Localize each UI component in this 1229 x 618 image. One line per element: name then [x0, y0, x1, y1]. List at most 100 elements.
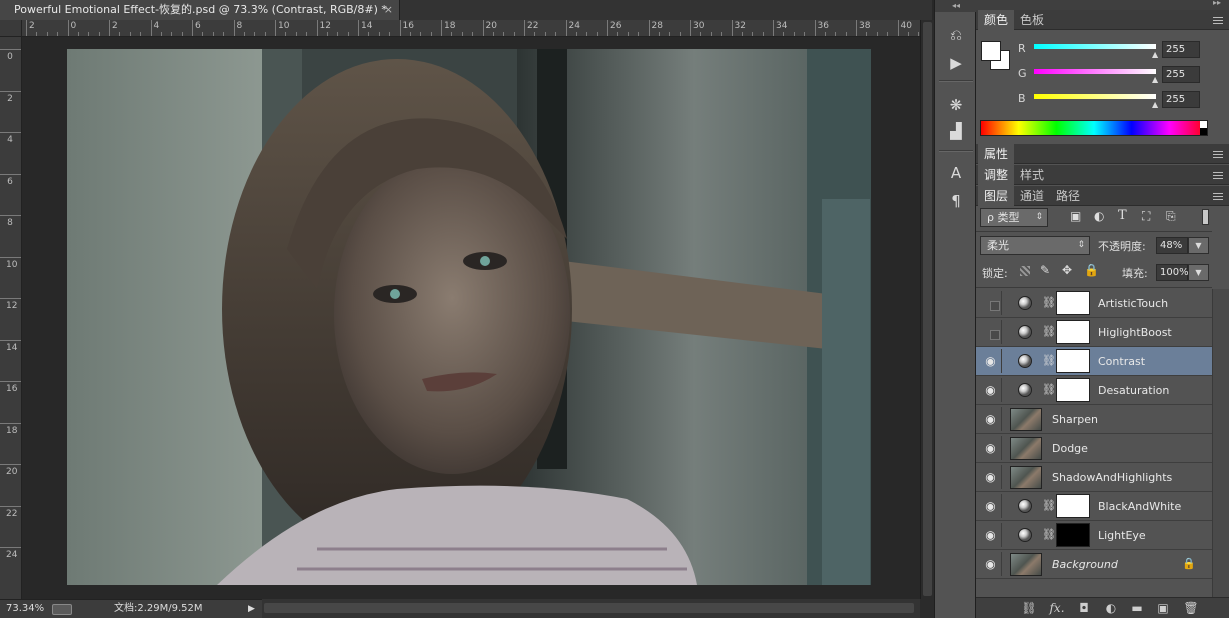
layer-name[interactable]: BlackAndWhite — [1098, 492, 1181, 521]
tab-styles[interactable]: 样式 — [1014, 165, 1050, 185]
green-slider-handle[interactable]: ▲ — [1152, 75, 1158, 84]
layer-thumbnail[interactable] — [1010, 466, 1042, 489]
visibility-eye-icon[interactable]: ◉ — [980, 378, 1002, 402]
panel-menu-icon[interactable] — [1213, 149, 1225, 159]
vertical-scrollbar[interactable] — [920, 20, 934, 599]
tab-paths[interactable]: 路径 — [1050, 186, 1086, 206]
panel-menu-icon[interactable] — [1213, 191, 1225, 201]
new-group-icon[interactable]: ▬ — [1128, 600, 1146, 617]
zoom-level[interactable]: 73.34% — [6, 600, 44, 618]
tab-adjustments[interactable]: 调整 — [978, 165, 1015, 185]
close-tab-icon[interactable]: × — [384, 0, 393, 20]
dock-collapse-icon[interactable]: ▸▸ — [1213, 0, 1221, 7]
layer-row[interactable]: ◉ ⛓ LightEye — [976, 521, 1212, 550]
spectrum-white-swatch[interactable] — [1200, 121, 1207, 128]
character-icon[interactable]: A — [941, 162, 971, 184]
blue-value[interactable]: 255 — [1162, 91, 1200, 108]
visibility-toggle[interactable] — [980, 320, 1002, 344]
layer-row[interactable]: ◉ ShadowAndHighlights — [976, 463, 1212, 492]
lock-all-icon[interactable]: 🔒 — [1084, 263, 1099, 277]
adjustment-layer-icon[interactable] — [1018, 325, 1032, 339]
paragraph-icon[interactable]: ¶ — [941, 190, 971, 212]
histogram-icon[interactable]: ▟ — [941, 120, 971, 142]
tab-layers[interactable]: 图层 — [978, 186, 1015, 206]
vertical-ruler[interactable]: 0 2 4 6 8 10 12 14 16 18 20 22 24 — [0, 37, 22, 599]
tab-swatches[interactable]: 色板 — [1014, 10, 1050, 30]
panel-menu-icon[interactable] — [1213, 170, 1225, 180]
visibility-toggle[interactable] — [980, 291, 1002, 315]
red-slider-handle[interactable]: ▲ — [1152, 50, 1158, 59]
status-menu-arrow-icon[interactable]: ▶ — [248, 600, 255, 618]
fill-value[interactable]: 100% — [1156, 264, 1189, 281]
layer-mask-thumbnail[interactable] — [1056, 291, 1090, 315]
filter-smart-object-icon[interactable]: ⎘ — [1166, 209, 1176, 224]
red-value[interactable]: 255 — [1162, 41, 1200, 58]
brush-settings-icon[interactable]: ❋ — [941, 94, 971, 116]
visibility-eye-icon[interactable]: ◉ — [980, 552, 1002, 576]
blue-slider-handle[interactable]: ▲ — [1152, 100, 1158, 109]
foreground-color-swatch[interactable] — [981, 41, 1001, 61]
red-slider[interactable] — [1034, 44, 1156, 49]
layer-mask-thumbnail[interactable] — [1056, 349, 1090, 373]
layer-list-scrollbar[interactable] — [1212, 289, 1229, 597]
mask-link-icon[interactable]: ⛓ — [1042, 295, 1056, 311]
mask-link-icon[interactable]: ⛓ — [1042, 527, 1056, 543]
layer-thumbnail[interactable] — [1010, 408, 1042, 431]
layer-name[interactable]: Desaturation — [1098, 376, 1169, 405]
adjustment-layer-icon[interactable] — [1018, 528, 1032, 542]
filter-adjustment-icon[interactable]: ◐ — [1094, 209, 1104, 223]
filter-pixel-icon[interactable]: ▣ — [1070, 209, 1081, 223]
mask-link-icon[interactable]: ⛓ — [1042, 324, 1056, 340]
layer-row[interactable]: ⛓ ArtisticTouch — [976, 289, 1212, 318]
layer-row[interactable]: ◉ Dodge — [976, 434, 1212, 463]
visibility-eye-icon[interactable]: ◉ — [980, 494, 1002, 518]
layer-name[interactable]: ArtisticTouch — [1098, 289, 1168, 318]
history-icon[interactable]: ⎌ — [941, 24, 971, 46]
layer-mask-thumbnail[interactable] — [1056, 523, 1090, 547]
visibility-eye-icon[interactable]: ◉ — [980, 349, 1002, 373]
mask-link-icon[interactable]: ⛓ — [1042, 353, 1056, 369]
zoom-preview-icon[interactable] — [52, 604, 72, 615]
layer-thumbnail[interactable] — [1010, 437, 1042, 460]
fill-slider-toggle[interactable]: ▼ — [1188, 264, 1209, 281]
adjustment-layer-icon[interactable] — [1018, 383, 1032, 397]
lock-pixels-icon[interactable]: ✎ — [1040, 263, 1050, 277]
color-spectrum[interactable] — [980, 120, 1208, 136]
lock-position-icon[interactable]: ✥ — [1062, 263, 1072, 277]
tab-properties[interactable]: 属性 — [978, 144, 1015, 164]
mask-link-icon[interactable]: ⛓ — [1042, 498, 1056, 514]
add-mask-icon[interactable]: ◘ — [1075, 600, 1093, 617]
opacity-value[interactable]: 48% — [1156, 237, 1188, 254]
horizontal-ruler[interactable]: 2 0 2 4 6 8 10 12 14 16 18 20 22 24 26 28 30 32 34 36 38 40 — [22, 20, 920, 37]
layer-mask-thumbnail[interactable] — [1056, 494, 1090, 518]
new-adjustment-icon[interactable]: ◐ — [1102, 600, 1120, 617]
mask-link-icon[interactable]: ⛓ — [1042, 382, 1056, 398]
layer-row[interactable]: ◉ ⛓ Desaturation — [976, 376, 1212, 405]
layer-name[interactable]: Contrast — [1098, 347, 1145, 376]
layer-name[interactable]: HiglightBoost — [1098, 318, 1172, 347]
blue-slider[interactable] — [1034, 94, 1156, 99]
layer-thumbnail[interactable] — [1010, 553, 1042, 576]
visibility-eye-icon[interactable]: ◉ — [980, 436, 1002, 460]
green-slider[interactable] — [1034, 69, 1156, 74]
layer-name[interactable]: LightEye — [1098, 521, 1146, 550]
play-action-icon[interactable]: ▶ — [941, 52, 971, 74]
layer-row[interactable]: ◉ Sharpen — [976, 405, 1212, 434]
horizontal-scroll-thumb[interactable] — [264, 603, 914, 613]
filter-shape-icon[interactable]: ⛶ — [1142, 209, 1150, 224]
visibility-eye-icon[interactable]: ◉ — [980, 407, 1002, 431]
lock-transparent-icon[interactable] — [1020, 266, 1030, 276]
layer-mask-thumbnail[interactable] — [1056, 320, 1090, 344]
new-layer-icon[interactable]: ▣ — [1154, 600, 1172, 617]
layer-filter-dropdown[interactable]: ρ 类型 ⇕ — [980, 208, 1048, 227]
filter-toggle-switch[interactable] — [1202, 209, 1209, 225]
fx-icon[interactable]: fx. — [1048, 600, 1066, 617]
visibility-eye-icon[interactable]: ◉ — [980, 465, 1002, 489]
tab-color[interactable]: 颜色 — [978, 10, 1015, 30]
layer-row[interactable]: ◉ ⛓ BlackAndWhite — [976, 492, 1212, 521]
layer-row[interactable]: ⛓ HiglightBoost — [976, 318, 1212, 347]
adjustment-layer-icon[interactable] — [1018, 499, 1032, 513]
horizontal-scrollbar[interactable] — [262, 599, 920, 618]
layer-row[interactable]: ◉ ⛓ Contrast — [976, 347, 1212, 376]
vertical-scroll-thumb[interactable] — [923, 22, 932, 596]
